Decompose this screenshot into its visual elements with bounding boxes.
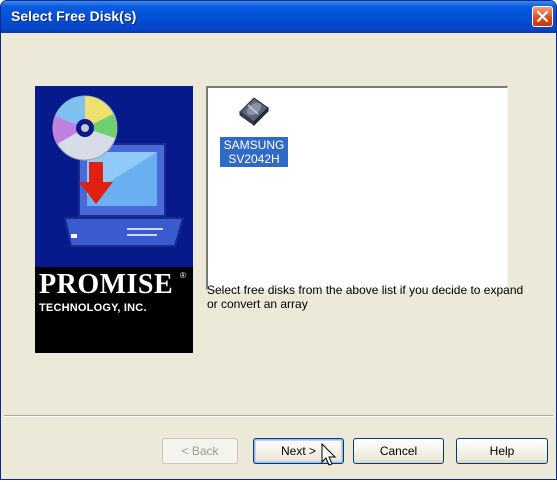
instruction-text: Select free disks from the above list if… bbox=[207, 283, 524, 311]
disk-model-number: SV2042H bbox=[228, 152, 280, 166]
window-title: Select Free Disk(s) bbox=[11, 8, 137, 24]
close-button[interactable] bbox=[532, 6, 553, 27]
company-name: TECHNOLOGY, INC. bbox=[39, 302, 147, 314]
promise-logo: PROMISE ® TECHNOLOGY, INC. bbox=[35, 86, 193, 353]
mouse-pointer-icon bbox=[321, 443, 337, 466]
divider-highlight bbox=[4, 416, 553, 417]
registered-mark: ® bbox=[180, 271, 186, 280]
help-button[interactable]: Help bbox=[456, 438, 548, 464]
computer-cd-illustration bbox=[52, 95, 185, 247]
dialog-body: PROMISE ® TECHNOLOGY, INC. SAMSUNG SV204… bbox=[4, 33, 553, 476]
select-free-disks-dialog: Select Free Disk(s) PROMISE ® TECHNOLOGY… bbox=[0, 0, 557, 480]
close-icon bbox=[537, 11, 548, 22]
disk-model-vendor: SAMSUNG bbox=[223, 138, 285, 152]
back-button[interactable]: < Back bbox=[162, 438, 238, 464]
brand-name: PROMISE bbox=[39, 269, 174, 300]
disk-item-samsung[interactable]: SAMSUNG SV2042H bbox=[216, 90, 292, 176]
hard-disk-icon bbox=[239, 97, 269, 126]
disk-label: SAMSUNG SV2042H bbox=[220, 137, 288, 167]
free-disk-list[interactable]: SAMSUNG SV2042H bbox=[206, 86, 508, 290]
title-bar[interactable]: Select Free Disk(s) bbox=[1, 1, 556, 33]
cancel-button[interactable]: Cancel bbox=[353, 438, 444, 464]
